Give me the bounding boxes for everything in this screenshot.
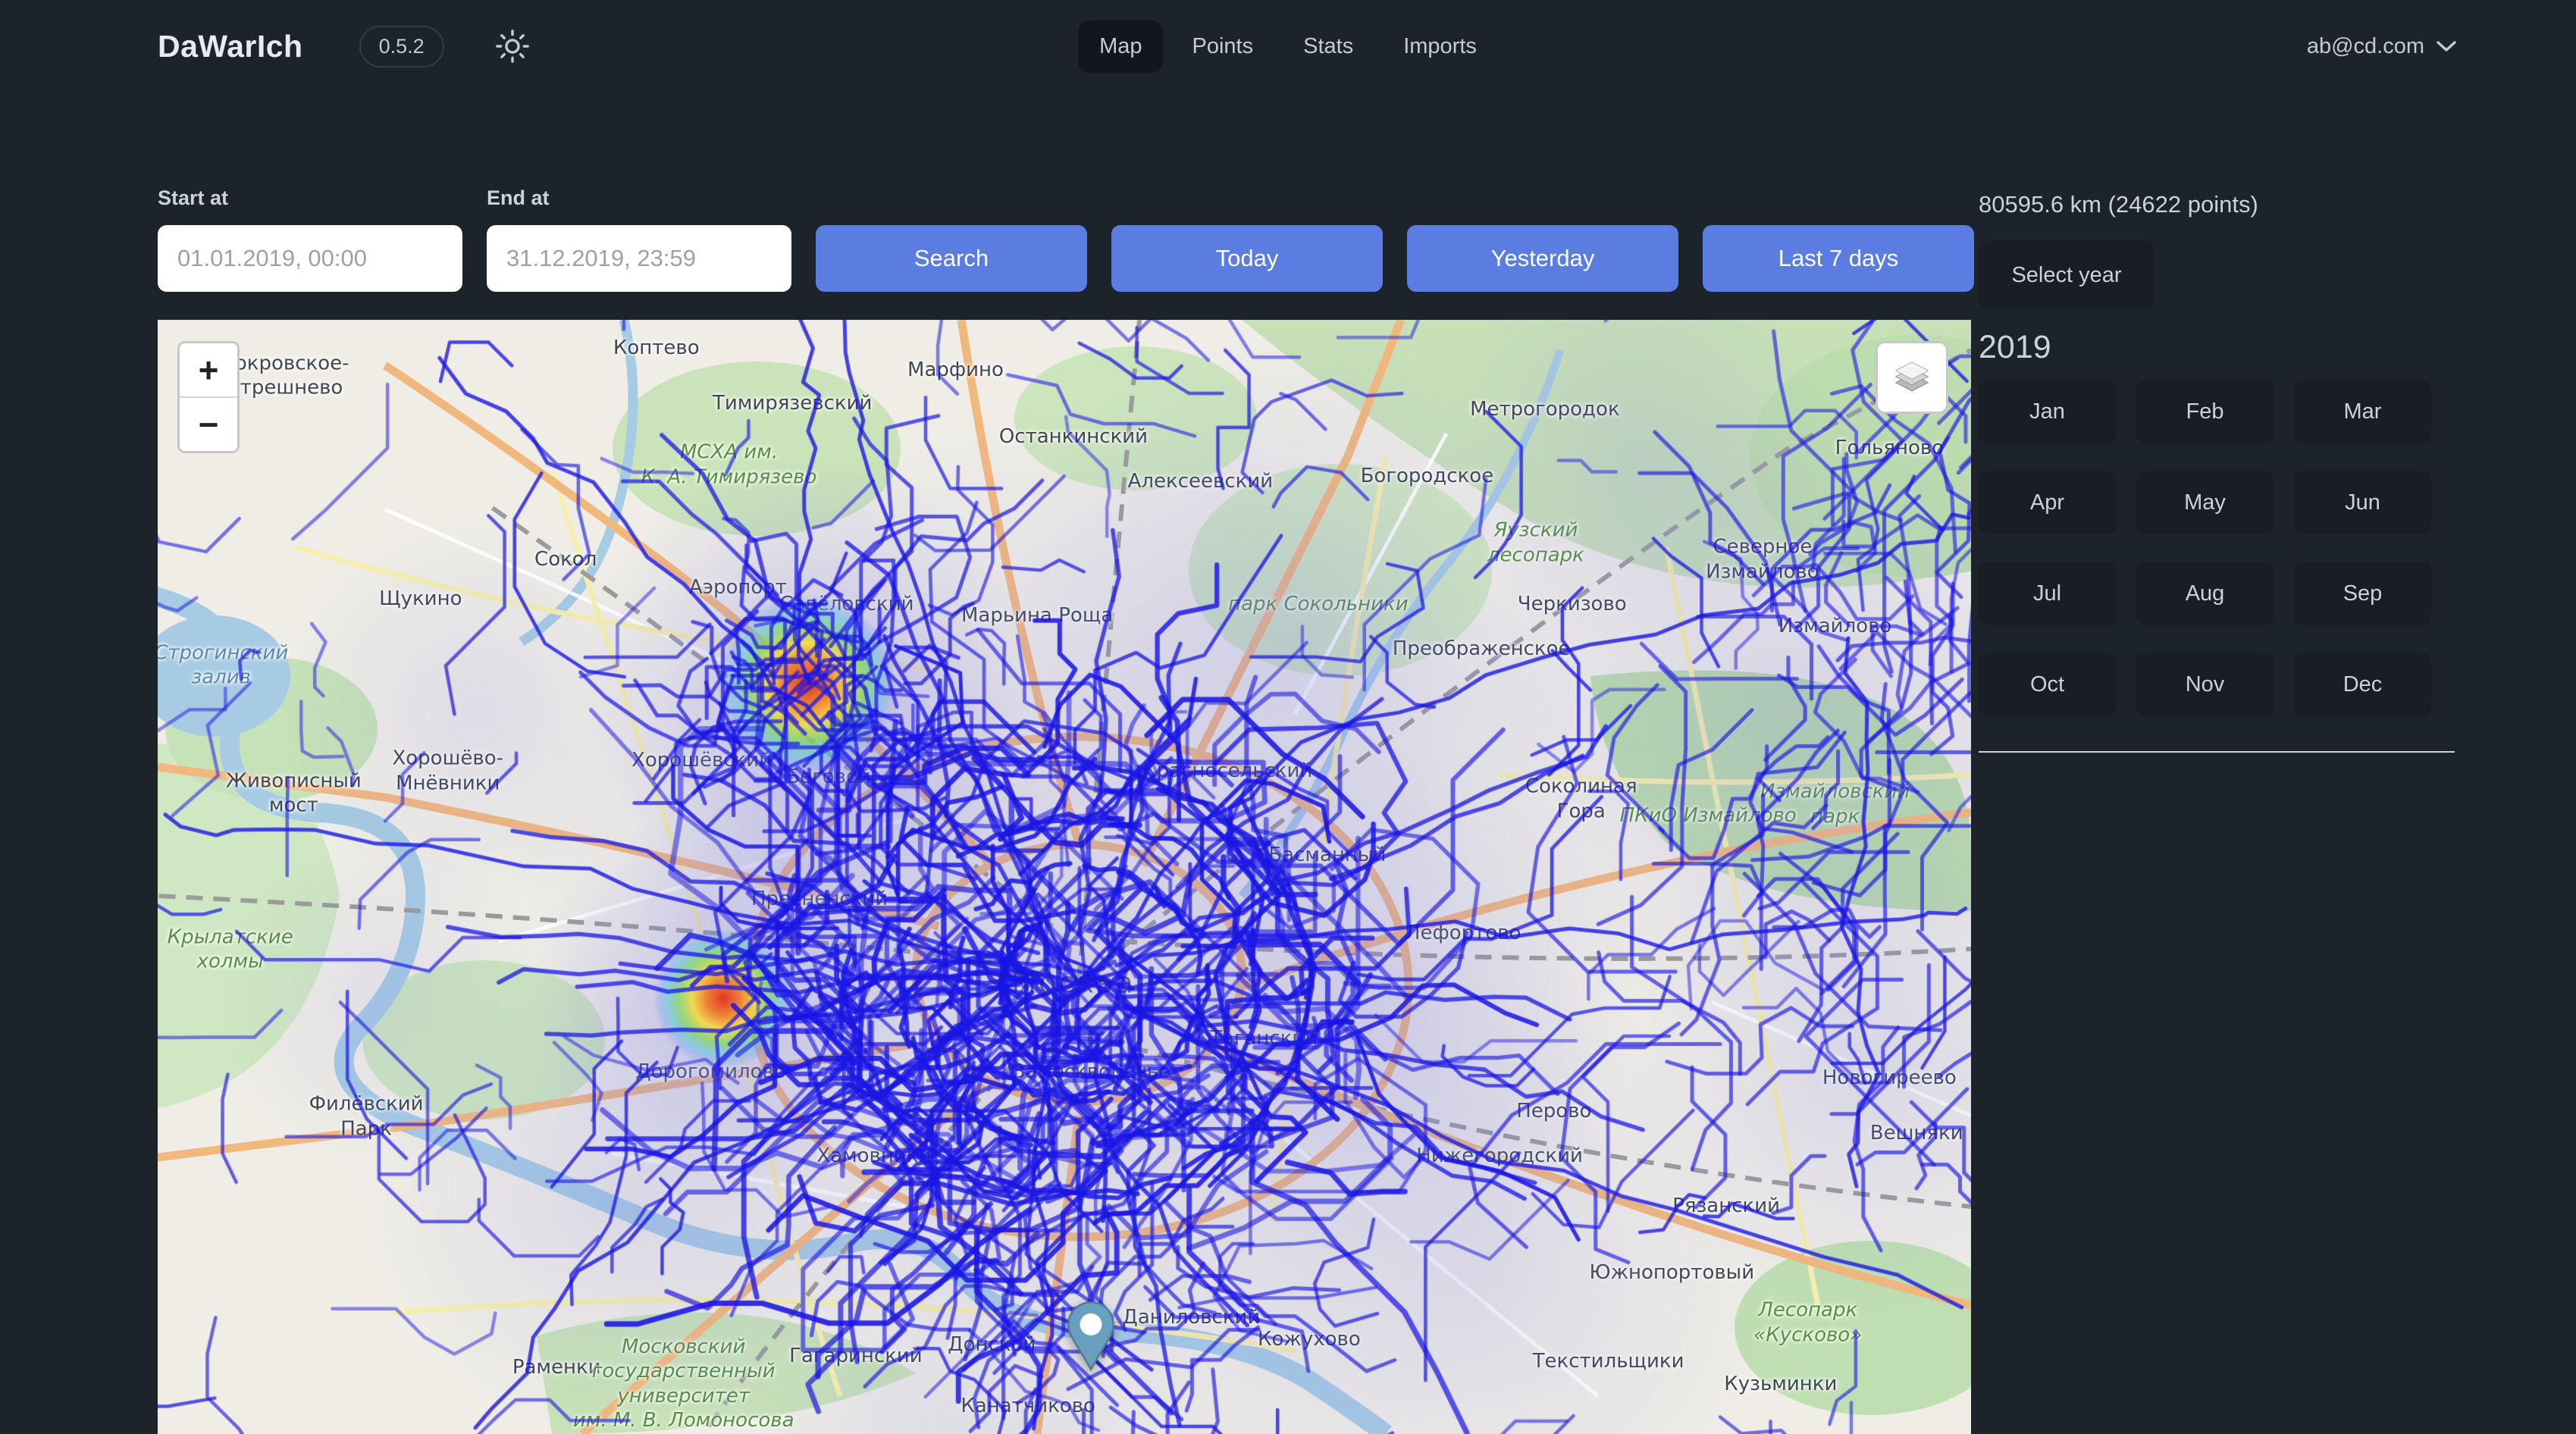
month-button[interactable]: Mar	[2294, 380, 2431, 443]
month-button[interactable]: Apr	[1979, 471, 2116, 534]
month-button[interactable]: Aug	[2136, 562, 2274, 625]
month-button[interactable]: Feb	[2136, 380, 2274, 443]
theme-toggle-button[interactable]	[493, 27, 532, 66]
date-filter-bar: Start at End at Search Today Yesterday Last…	[158, 186, 1974, 292]
gps-traces-heatmap-layer	[158, 320, 1971, 1434]
end-at-field-group: End at	[487, 186, 791, 292]
nav-tab[interactable]: Stats	[1282, 20, 1374, 73]
year-heading: 2019	[1979, 329, 2455, 366]
main-nav: MapPointsStatsImports	[1078, 20, 1498, 73]
nav-tab[interactable]: Points	[1171, 20, 1275, 73]
month-button[interactable]: Dec	[2294, 653, 2431, 716]
filter-action-button[interactable]: Today	[1111, 225, 1383, 292]
start-at-label: Start at	[158, 186, 462, 210]
month-button[interactable]: May	[2136, 471, 2274, 534]
map-zoom-control: + −	[177, 341, 240, 453]
chevron-down-icon	[2437, 40, 2456, 52]
sun-icon	[495, 29, 530, 64]
end-at-label: End at	[487, 186, 791, 210]
version-badge: 0.5.2	[359, 26, 444, 67]
nav-tab[interactable]: Map	[1078, 20, 1163, 73]
zoom-out-button[interactable]: −	[180, 398, 237, 451]
month-button[interactable]: Nov	[2136, 653, 2274, 716]
month-button[interactable]: Jan	[1979, 380, 2116, 443]
filter-action-button[interactable]: Search	[816, 225, 1087, 292]
layers-icon	[1891, 356, 1933, 399]
filter-action-button[interactable]: Last 7 days	[1703, 225, 1974, 292]
navbar: DaWarIch 0.5.2 MapPointsStatsImports ab@…	[0, 0, 2576, 92]
month-button[interactable]: Jun	[2294, 471, 2431, 534]
start-at-input[interactable]	[158, 225, 462, 292]
select-year-button[interactable]: Select year	[1979, 241, 2155, 309]
location-marker-pin[interactable]	[1066, 1300, 1116, 1373]
app-logo: DaWarIch	[158, 29, 303, 64]
nav-tab[interactable]: Imports	[1382, 20, 1498, 73]
start-at-field-group: Start at	[158, 186, 462, 292]
account-email: ab@cd.com	[2307, 34, 2424, 59]
month-button[interactable]: Sep	[2294, 562, 2431, 625]
month-button[interactable]: Jul	[1979, 562, 2116, 625]
months-grid: Jan Feb Mar Apr May Jun Jul Aug Sep Oct Nov Dec	[1979, 380, 2455, 716]
end-at-input[interactable]	[487, 225, 791, 292]
map-layers-control[interactable]	[1876, 341, 1948, 414]
distance-points-stats: 80595.6 km (24622 points)	[1979, 191, 2455, 218]
filter-action-button[interactable]: Yesterday	[1407, 225, 1678, 292]
sidebar-divider	[1979, 751, 2455, 753]
year-sidebar: 80595.6 km (24622 points) Select year 20…	[1979, 191, 2455, 753]
zoom-in-button[interactable]: +	[180, 343, 237, 398]
map-canvas[interactable]: Покровское- СтрешневоКоптевоМарфиноТимир…	[158, 320, 1971, 1434]
month-button[interactable]: Oct	[1979, 653, 2116, 716]
account-menu[interactable]: ab@cd.com	[2307, 34, 2456, 59]
